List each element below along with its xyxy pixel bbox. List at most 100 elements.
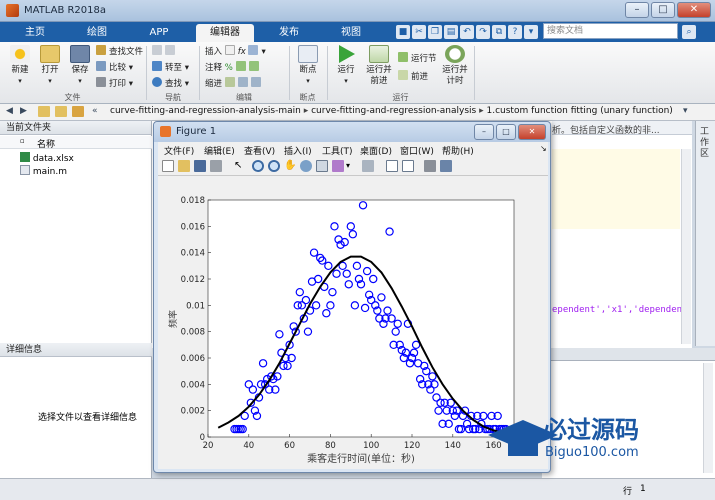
tab-plots[interactable]: 绘图 (72, 24, 122, 42)
close-button[interactable]: ✕ (677, 2, 711, 18)
path-segment-3[interactable]: 1.custom function fitting (unary functio… (486, 106, 672, 116)
menu-window[interactable]: 窗口(W) (400, 144, 434, 157)
row-value: 1 (640, 484, 646, 494)
legend-icon[interactable] (402, 160, 414, 172)
new-label: 新建 (11, 65, 29, 75)
figure-minimize-button[interactable]: – (474, 124, 494, 140)
insert-button[interactable]: 插入 fx ▾ (205, 45, 266, 58)
pointer-icon[interactable]: ↖ (234, 160, 246, 172)
brush-icon[interactable] (332, 160, 344, 172)
run-section-button[interactable]: 运行节 (398, 52, 437, 65)
new-figure-icon[interactable] (162, 160, 174, 172)
menu-tools[interactable]: 工具(T) (322, 144, 353, 157)
y-axis-label: 频率 (167, 310, 179, 328)
file-item-main[interactable]: main.m (20, 165, 67, 177)
run-time-button[interactable]: 运行并计时 (440, 45, 470, 87)
colorbar-icon[interactable] (386, 160, 398, 172)
x-tick-label: 60 (284, 441, 295, 451)
paste-quick-icon[interactable]: ▤ (444, 25, 458, 39)
column-name-header[interactable]: 名称 (37, 137, 55, 150)
tab-home[interactable]: 主页 (10, 24, 60, 42)
workspace-panel-tab[interactable]: 工作区 (695, 121, 715, 346)
figure-toolbar: ↖ ✋ ▾ (158, 157, 548, 176)
y-tick-label: 0.012 (181, 275, 205, 285)
brush-dropdown-icon[interactable]: ▾ (346, 160, 358, 172)
open-button[interactable]: 打开 ▾ (36, 45, 64, 87)
comment-button[interactable]: 注释 % (205, 61, 262, 74)
command-scrollbar[interactable] (703, 363, 713, 473)
group-label-file: 文件 (64, 93, 81, 102)
link-plot-icon[interactable] (362, 160, 374, 172)
help-quick-icon[interactable]: ? (508, 25, 522, 39)
path-segment-1[interactable]: curve-fitting-and-regression-analysis-ma… (110, 106, 301, 116)
run-button[interactable]: 运行 ▾ (331, 45, 361, 87)
search-input[interactable]: 搜索文档 (543, 23, 678, 39)
breakpoints-icon (298, 45, 318, 63)
menu-insert[interactable]: 插入(I) (284, 144, 312, 157)
breakpoints-button[interactable]: 断点 ▾ (293, 45, 323, 87)
figure-close-button[interactable]: ✕ (518, 124, 546, 140)
path-dropdown-icon[interactable]: ▾ (683, 106, 688, 116)
show-plot-tools-icon[interactable] (440, 160, 452, 172)
find-files-button[interactable]: 查找文件 (96, 45, 143, 58)
file-item-data[interactable]: data.xlsx (20, 152, 74, 164)
save-quick-icon[interactable]: ■ (396, 25, 410, 39)
menu-desktop[interactable]: 桌面(D) (360, 144, 392, 157)
folder-icon (40, 45, 60, 63)
print-button[interactable]: 打印 ▾ (96, 77, 133, 90)
dock-arrow-icon[interactable]: ↘ (540, 144, 547, 153)
switch-window-icon[interactable]: ⧉ (492, 25, 506, 39)
up-folder-icon[interactable] (38, 106, 50, 117)
dropdown-quick-icon[interactable]: ▾ (524, 25, 538, 39)
open-file-icon[interactable] (178, 160, 190, 172)
tab-publish[interactable]: 发布 (264, 24, 314, 42)
figure-maximize-button[interactable]: □ (496, 124, 516, 140)
menu-file[interactable]: 文件(F) (164, 144, 194, 157)
redo-quick-icon[interactable]: ↷ (476, 25, 490, 39)
tab-view[interactable]: 视图 (326, 24, 376, 42)
pan-hand-icon[interactable]: ✋ (284, 160, 296, 172)
y-tick-label: 0.01 (186, 301, 205, 311)
save-figure-icon[interactable] (194, 160, 206, 172)
advance-button[interactable]: 前进 (398, 70, 428, 83)
maximize-button[interactable]: □ (651, 2, 675, 18)
data-cursor-icon[interactable] (316, 160, 328, 172)
path-breadcrumb: curve-fitting-and-regression-analysis-ma… (110, 106, 673, 116)
path-prefix[interactable]: « (92, 106, 98, 116)
copy-quick-icon[interactable]: ❐ (428, 25, 442, 39)
rotate-3d-icon[interactable] (300, 160, 312, 172)
hide-plot-tools-icon[interactable] (424, 160, 436, 172)
back-nav-icon[interactable]: ◀ (6, 106, 13, 116)
y-tick-label: 0.002 (181, 407, 205, 417)
compare-button[interactable]: 比较 ▾ (96, 61, 133, 74)
folder-icon[interactable] (72, 106, 84, 117)
goto-button[interactable]: 转至 ▾ (152, 61, 189, 74)
path-segment-2[interactable]: curve-fitting-and-regression-analysis (311, 106, 476, 116)
insert-icon (224, 45, 235, 55)
save-button[interactable]: 保存 ▾ (66, 45, 94, 87)
browse-folder-icon[interactable] (55, 106, 67, 117)
menu-edit[interactable]: 编辑(E) (204, 144, 235, 157)
cut-quick-icon[interactable]: ✂ (412, 25, 426, 39)
tab-apps[interactable]: APP (134, 24, 184, 42)
forward-nav-icon[interactable]: ▶ (20, 106, 27, 116)
find-button[interactable]: 查找 ▾ (152, 77, 189, 90)
run-advance-button[interactable]: 运行并前进 (364, 45, 394, 87)
advance-icon (398, 70, 408, 80)
editor-scrollbar[interactable] (681, 149, 691, 344)
tab-editor[interactable]: 编辑器 (196, 24, 254, 42)
zoom-in-icon[interactable] (252, 160, 264, 172)
search-icon[interactable]: ⌕ (682, 25, 696, 39)
menu-view[interactable]: 查看(V) (244, 144, 275, 157)
indent-button[interactable]: 缩进 (205, 77, 264, 90)
print-figure-icon[interactable] (210, 160, 222, 172)
run-advance-icon (369, 45, 389, 63)
menu-help[interactable]: 帮助(H) (442, 144, 474, 157)
smart-indent-icon (224, 77, 235, 87)
address-bar: ◀ ▶ « curve-fitting-and-regression-analy… (0, 104, 715, 121)
undo-quick-icon[interactable]: ↶ (460, 25, 474, 39)
back-forward-button[interactable] (152, 45, 178, 58)
minimize-button[interactable]: – (625, 2, 649, 18)
new-button[interactable]: 新建 ▾ (6, 45, 34, 87)
zoom-out-icon[interactable] (268, 160, 280, 172)
